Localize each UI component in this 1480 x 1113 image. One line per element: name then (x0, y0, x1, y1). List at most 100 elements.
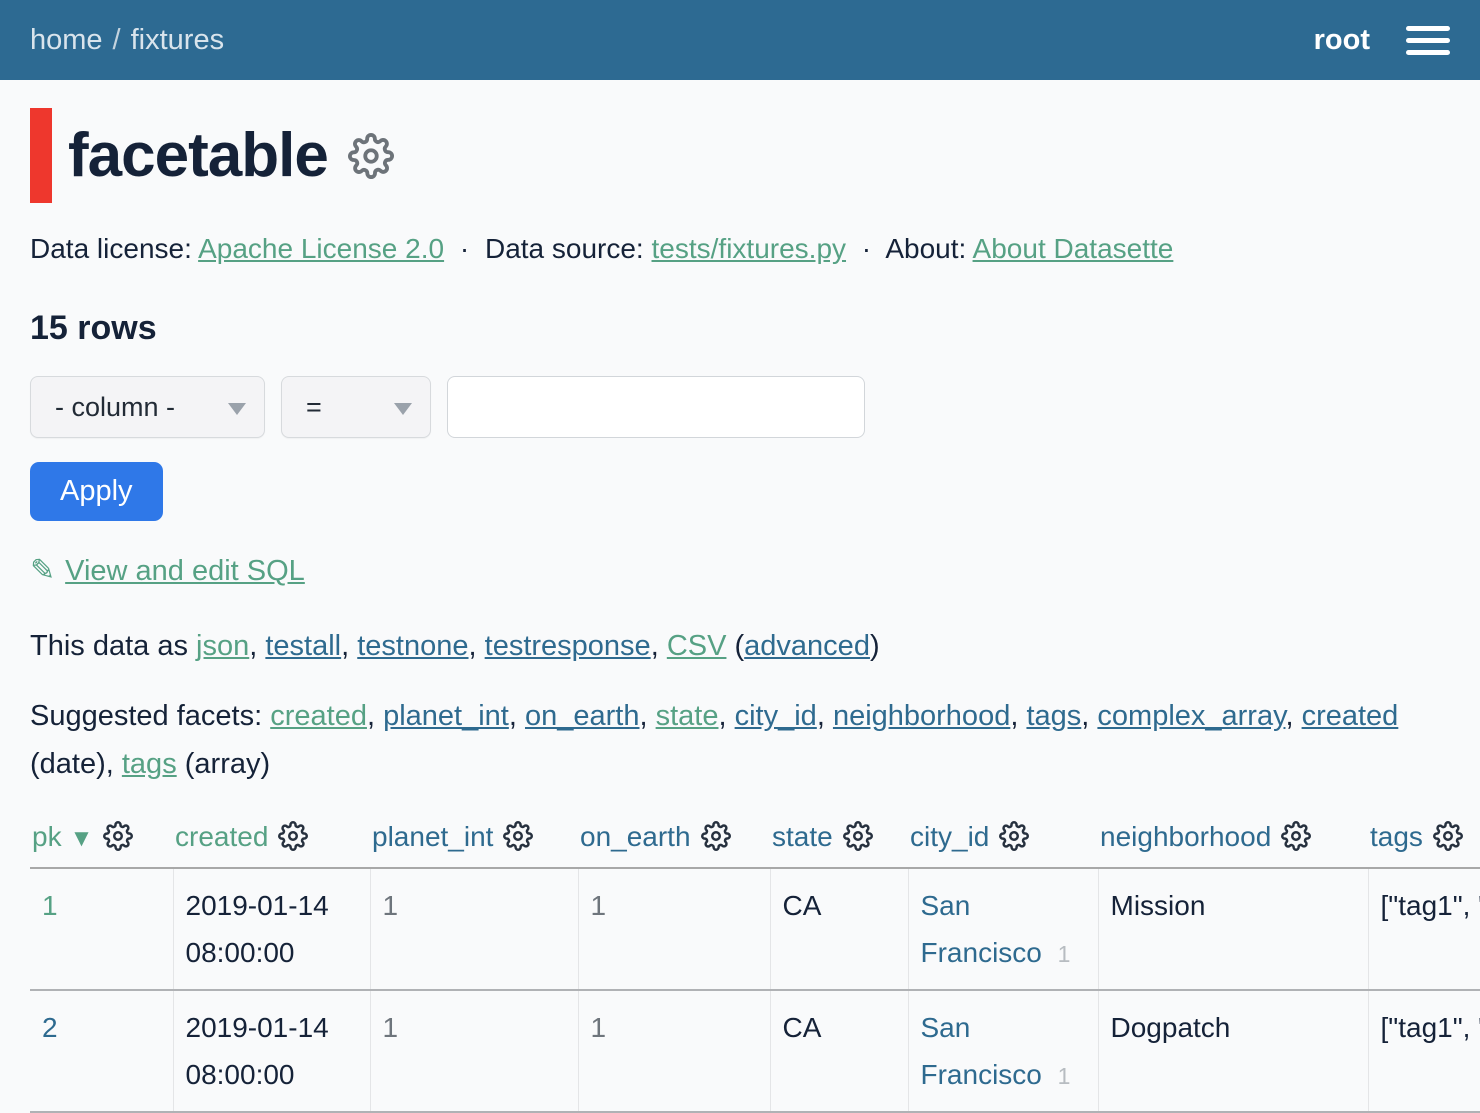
column-header-city-id-link[interactable]: city_id (910, 821, 989, 852)
breadcrumb-home-link[interactable]: home (30, 24, 103, 56)
column-cog-icon[interactable] (103, 821, 133, 851)
apply-button[interactable]: Apply (30, 462, 163, 521)
cell-neighborhood: Mission (1098, 868, 1368, 990)
facet-link-state[interactable]: state (656, 700, 719, 732)
cell-city-id: San Francisco 1 (908, 990, 1098, 1112)
filter-column-select[interactable]: - column - (30, 376, 265, 438)
cell-neighborhood: Dogpatch (1098, 990, 1368, 1112)
separator: , (469, 630, 485, 662)
facet-link-tags-array[interactable]: tags (122, 748, 177, 780)
city-id-count-badge: 1 (1058, 1063, 1071, 1089)
separator: , (367, 700, 383, 732)
column-cog-icon[interactable] (278, 821, 308, 851)
column-cog-icon[interactable] (1281, 821, 1311, 851)
separator: ) (870, 630, 880, 662)
column-header-pk-link[interactable]: pk (32, 821, 62, 852)
license-link[interactable]: Apache License 2.0 (198, 233, 444, 264)
data-table: pk ▼ created planet_int on_earth state ci… (30, 813, 1480, 1113)
column-header-planet-int: planet_int (370, 813, 578, 868)
dot-separator: · (862, 233, 871, 264)
view-edit-sql-row: ✎ View and edit SQL (30, 553, 1480, 588)
breadcrumb-database-link[interactable]: fixtures (131, 24, 224, 56)
cell-created: 2019-01-14 08:00:00 (173, 868, 370, 990)
row-pk-link[interactable]: 2 (42, 1012, 58, 1043)
row-pk-link[interactable]: 1 (42, 890, 58, 921)
facet-link-tags[interactable]: tags (1026, 700, 1081, 732)
cell-pk: 1 (30, 868, 173, 990)
facet-link-city-id[interactable]: city_id (735, 700, 817, 732)
column-cog-icon[interactable] (1433, 821, 1463, 851)
separator: , (718, 700, 734, 732)
city-id-link[interactable]: San Francisco (921, 1012, 1042, 1090)
city-id-count-badge: 1 (1058, 941, 1071, 967)
column-header-state-link[interactable]: state (772, 821, 833, 852)
table-header-row: pk ▼ created planet_int on_earth state ci… (30, 813, 1480, 868)
facet-link-on-earth[interactable]: on_earth (525, 700, 640, 732)
export-prefix: This data as (30, 630, 196, 662)
column-header-on-earth-link[interactable]: on_earth (580, 821, 691, 852)
column-header-neighborhood-link[interactable]: neighborhood (1100, 821, 1271, 852)
column-header-state: state (770, 813, 908, 868)
separator: , (509, 700, 525, 732)
filter-operator-selected-value: = (306, 392, 322, 423)
cell-planet-int: 1 (370, 990, 578, 1112)
facet-link-created-date[interactable]: created (1302, 700, 1399, 732)
column-header-created-link[interactable]: created (175, 821, 268, 852)
facet-link-created[interactable]: created (270, 700, 367, 732)
breadcrumb: home / fixtures (30, 24, 224, 57)
separator: , (1285, 700, 1301, 732)
source-label: Data source: (485, 233, 644, 264)
facet-link-neighborhood[interactable]: neighborhood (833, 700, 1010, 732)
separator: , (1081, 700, 1097, 732)
about-link[interactable]: About Datasette (973, 233, 1174, 264)
separator: , (341, 630, 357, 662)
cell-state: CA (770, 990, 908, 1112)
top-nav: home / fixtures root (0, 0, 1480, 80)
column-header-planet-int-link[interactable]: planet_int (372, 821, 493, 852)
view-edit-sql-link[interactable]: View and edit SQL (65, 555, 305, 587)
cell-pk: 2 (30, 990, 173, 1112)
license-label: Data license: (30, 233, 192, 264)
filter-operator-select[interactable]: = (281, 376, 431, 438)
logged-in-user-label: root (1314, 24, 1370, 57)
about-label: About: (885, 233, 966, 264)
filter-value-input[interactable] (447, 376, 865, 438)
source-link[interactable]: tests/fixtures.py (652, 233, 847, 264)
facet-link-complex-array[interactable]: complex_array (1097, 700, 1285, 732)
sort-descending-icon: ▼ (70, 825, 94, 852)
cell-created: 2019-01-14 08:00:00 (173, 990, 370, 1112)
separator: , (651, 630, 667, 662)
export-link-testnone[interactable]: testnone (357, 630, 468, 662)
cell-tags: ["tag1", "tag2"] (1368, 868, 1480, 990)
page-title-row: facetable (30, 108, 1480, 203)
column-header-tags: tags (1368, 813, 1480, 868)
hamburger-menu-icon[interactable] (1406, 26, 1450, 55)
metadata-line: Data license: Apache License 2.0 · Data … (30, 233, 1480, 265)
title-accent-bar (30, 108, 52, 203)
facet-link-planet-int[interactable]: planet_int (383, 700, 509, 732)
separator: , (639, 700, 655, 732)
export-links-row: This data as json, testall, testnone, te… (30, 630, 1480, 663)
cell-tags: ["tag1", "tag3"] (1368, 990, 1480, 1112)
export-link-json[interactable]: json (196, 630, 249, 662)
separator: , (1010, 700, 1026, 732)
table-settings-gear-icon[interactable] (348, 133, 394, 179)
table-row: 2 2019-01-14 08:00:00 1 1 CA San Francis… (30, 990, 1480, 1112)
column-header-tags-link[interactable]: tags (1370, 821, 1423, 852)
column-header-pk: pk ▼ (30, 813, 173, 868)
city-id-link[interactable]: San Francisco (921, 890, 1042, 968)
separator: (array) (177, 748, 270, 780)
column-cog-icon[interactable] (999, 821, 1029, 851)
breadcrumb-separator: / (113, 24, 121, 56)
export-link-testall[interactable]: testall (265, 630, 341, 662)
column-cog-icon[interactable] (503, 821, 533, 851)
cell-on-earth: 1 (578, 990, 770, 1112)
column-cog-icon[interactable] (843, 821, 873, 851)
pencil-icon: ✎ (30, 554, 55, 587)
separator: ( (726, 630, 744, 662)
column-cog-icon[interactable] (701, 821, 731, 851)
dot-separator: · (460, 233, 469, 264)
export-link-csv[interactable]: CSV (667, 630, 727, 662)
export-link-testresponse[interactable]: testresponse (485, 630, 651, 662)
export-link-advanced[interactable]: advanced (744, 630, 870, 662)
